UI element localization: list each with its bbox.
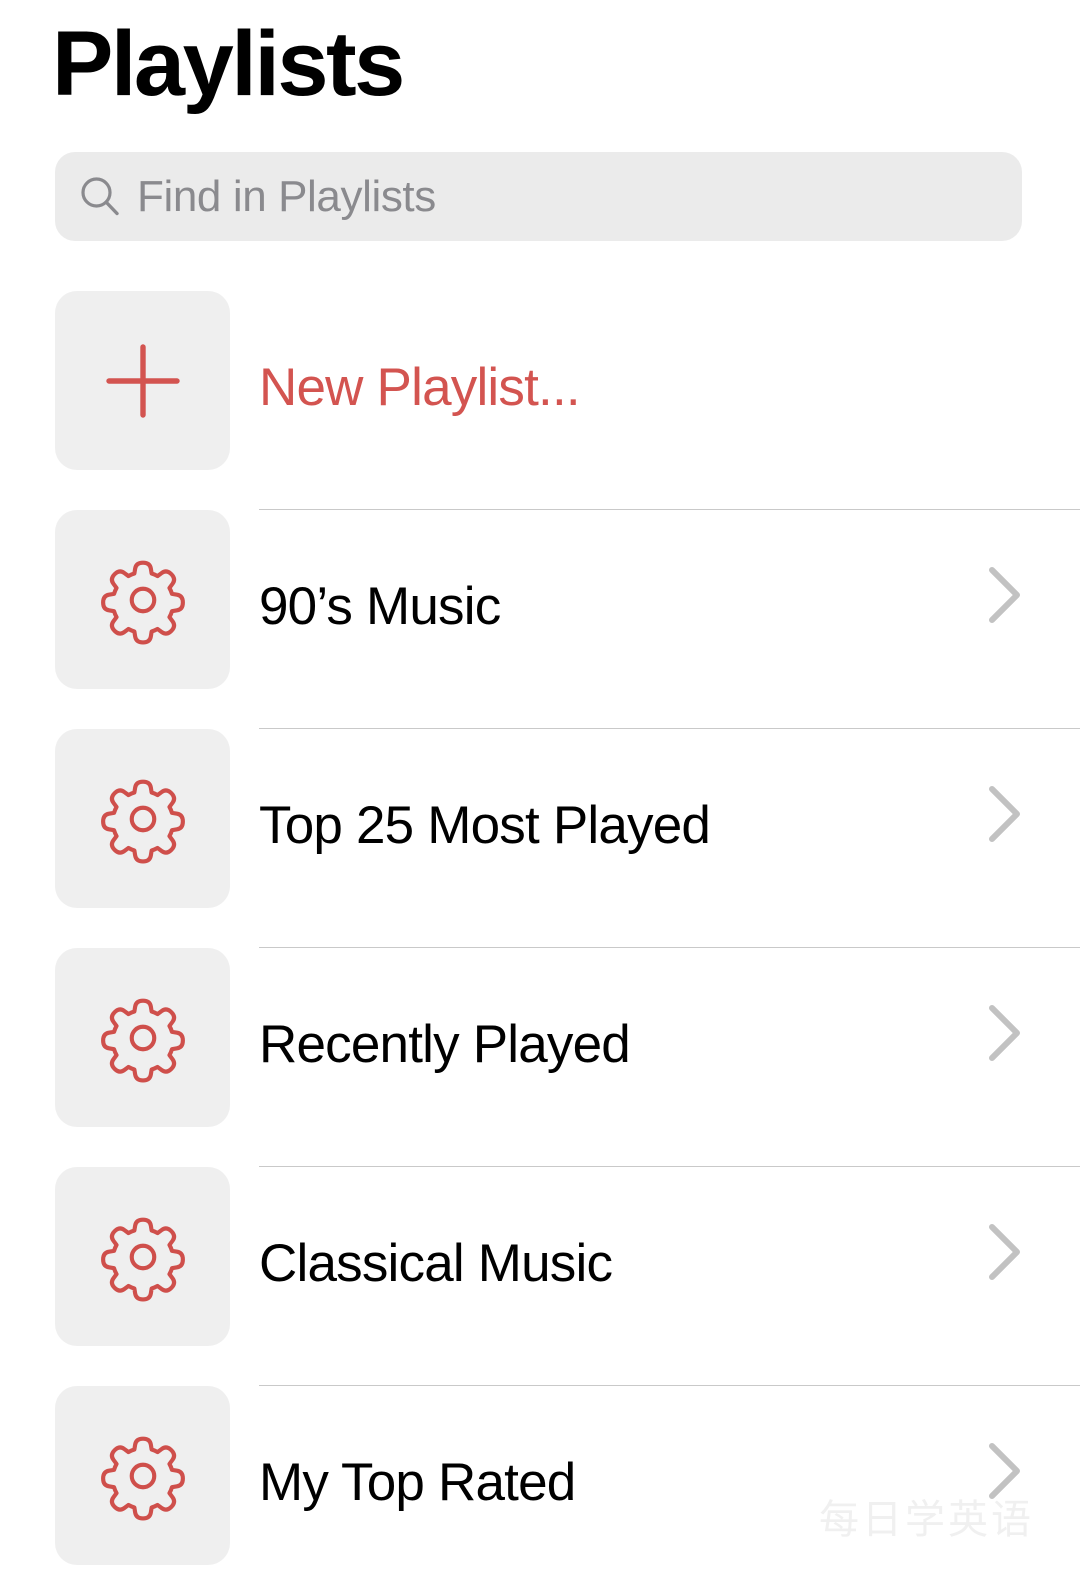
row-body: My Top Rated (259, 1386, 1080, 1575)
gear-icon (98, 993, 188, 1083)
plus-icon (100, 338, 186, 424)
playlist-tile[interactable] (55, 948, 230, 1127)
playlists-screen: Playlists Find in Playlists New Playlist… (0, 0, 1080, 1575)
page-title: Playlists (52, 13, 405, 115)
gear-icon (98, 555, 188, 645)
watermark: 每日学英语 (819, 1497, 1034, 1543)
chevron-right-icon[interactable] (988, 1442, 1022, 1500)
row-body: Classical Music (259, 1167, 1080, 1386)
playlist-list: New Playlist... 90’s Music Top 25 Most P… (0, 291, 1080, 1575)
row-body: New Playlist... (259, 291, 1080, 510)
chevron-right-icon[interactable] (988, 566, 1022, 624)
list-item-90s-music[interactable]: 90’s Music (0, 510, 1080, 729)
list-item-top-25-most-played[interactable]: Top 25 Most Played (0, 729, 1080, 948)
list-item-new-playlist[interactable]: New Playlist... (0, 291, 1080, 510)
list-item-label: Top 25 Most Played (259, 796, 711, 855)
search-icon (77, 174, 123, 220)
search-input[interactable]: Find in Playlists (55, 152, 1022, 241)
list-item-label: 90’s Music (259, 577, 501, 636)
list-item-my-top-rated[interactable]: My Top Rated (0, 1386, 1080, 1575)
chevron-right-icon[interactable] (988, 1004, 1022, 1062)
list-item-recently-played[interactable]: Recently Played (0, 948, 1080, 1167)
row-body: Recently Played (259, 948, 1080, 1167)
playlist-tile[interactable] (55, 510, 230, 689)
row-body: 90’s Music (259, 510, 1080, 729)
list-item-label: New Playlist... (259, 358, 581, 417)
gear-icon (98, 774, 188, 864)
row-body: Top 25 Most Played (259, 729, 1080, 948)
chevron-right-icon[interactable] (988, 785, 1022, 843)
chevron-right-icon[interactable] (988, 1223, 1022, 1281)
playlist-tile[interactable] (55, 729, 230, 908)
list-item-classical-music[interactable]: Classical Music (0, 1167, 1080, 1386)
playlist-tile[interactable] (55, 1167, 230, 1346)
list-item-label: Classical Music (259, 1234, 613, 1293)
gear-icon (98, 1431, 188, 1521)
list-item-label: My Top Rated (259, 1453, 576, 1512)
search-placeholder: Find in Playlists (137, 171, 436, 221)
list-item-label: Recently Played (259, 1015, 631, 1074)
gear-icon (98, 1212, 188, 1302)
playlist-tile[interactable] (55, 1386, 230, 1565)
new-playlist-tile[interactable] (55, 291, 230, 470)
